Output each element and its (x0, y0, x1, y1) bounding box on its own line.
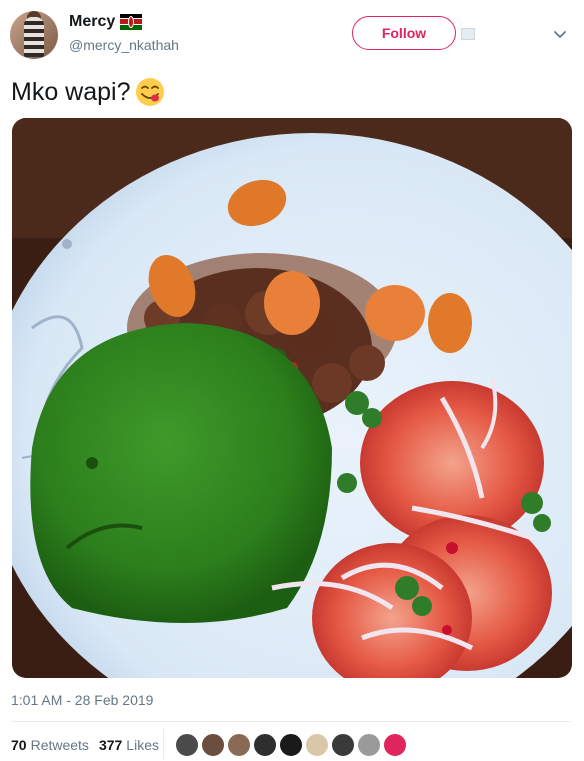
tweet-header: Mercy @mercy_nkathah Follow (0, 0, 584, 66)
follow-button[interactable]: Follow (352, 16, 456, 50)
display-name-text[interactable]: Mercy (69, 13, 115, 31)
tweet-text: Mko wapi? (11, 76, 166, 108)
liker-avatar[interactable] (227, 733, 251, 757)
liker-avatar[interactable] (383, 733, 407, 757)
placeholder-icon (461, 28, 475, 40)
display-name[interactable]: Mercy (69, 13, 143, 31)
liker-avatar[interactable] (253, 733, 277, 757)
tweet-timestamp[interactable]: 1:01 AM - 28 Feb 2019 (11, 692, 153, 708)
kenya-flag-icon (120, 14, 143, 30)
avatar[interactable] (10, 11, 58, 59)
likes-count: 377 (98, 737, 123, 753)
liker-avatar[interactable] (201, 733, 225, 757)
face-savoring-food-emoji (135, 78, 164, 106)
retweets-label: Retweets (30, 737, 89, 753)
chevron-down-icon[interactable] (553, 27, 567, 41)
retweets-count: 70 (11, 737, 27, 753)
user-handle[interactable]: @mercy_nkathah (69, 37, 179, 53)
retweets-stat[interactable]: 70 Retweets (11, 737, 89, 753)
tweet-text-body: Mko wapi? (11, 77, 131, 106)
divider (11, 721, 571, 722)
liker-avatar[interactable] (331, 733, 355, 757)
likers-list (175, 733, 407, 757)
liker-avatar[interactable] (357, 733, 381, 757)
likes-label: Likes (126, 737, 159, 753)
liker-avatar[interactable] (279, 733, 303, 757)
likes-stat[interactable]: 377 Likes (99, 737, 159, 753)
tweet-stats: 70 Retweets 377 Likes (11, 737, 159, 753)
liker-avatar[interactable] (305, 733, 329, 757)
tweet-photo[interactable] (12, 118, 572, 678)
food-photo (12, 118, 572, 678)
stats-divider (163, 729, 164, 759)
liker-avatar[interactable] (175, 733, 199, 757)
